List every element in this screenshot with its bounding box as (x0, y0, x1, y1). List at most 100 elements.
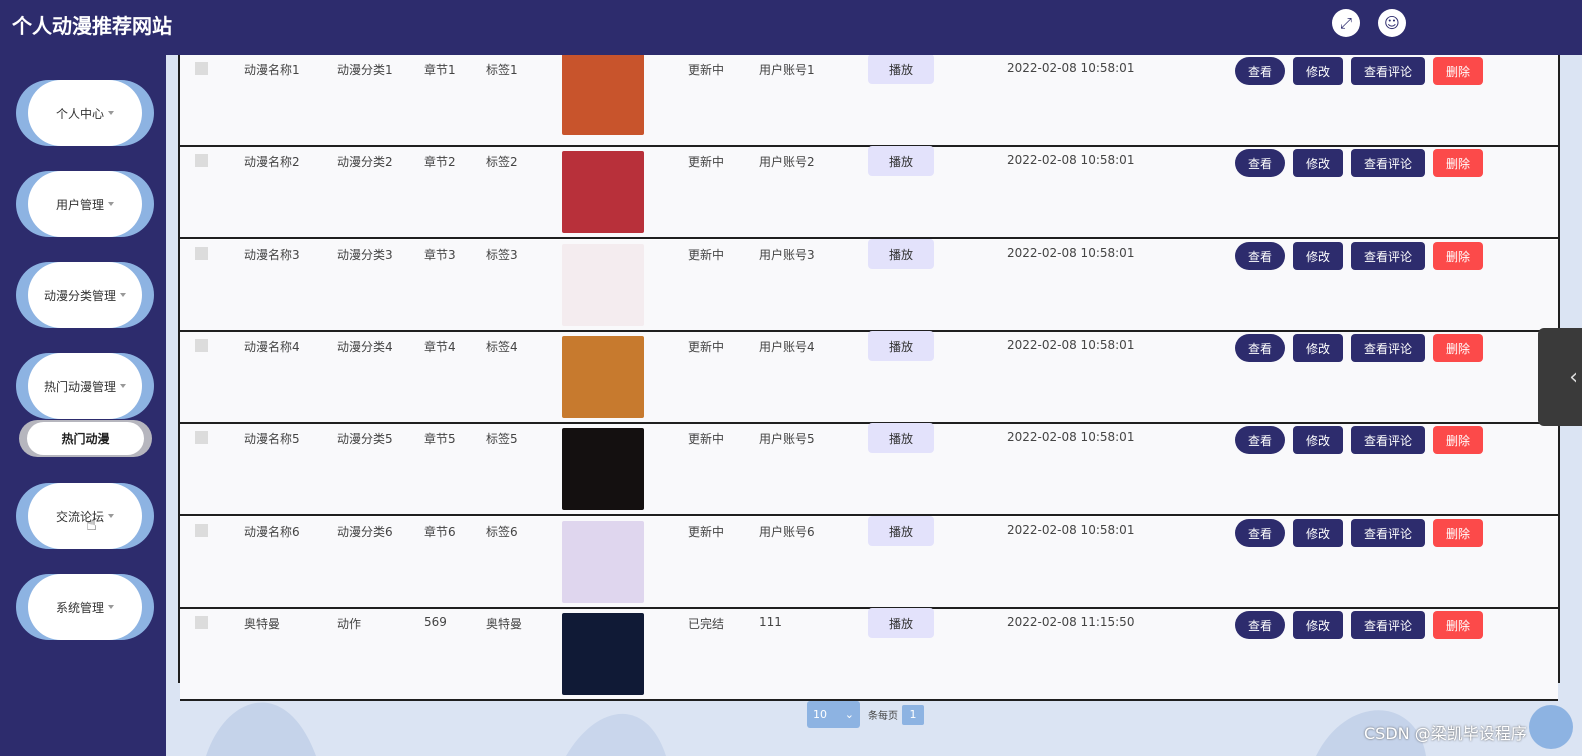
per-page-label: 条每页 (868, 711, 898, 722)
view-button[interactable]: 查看 (1235, 242, 1285, 270)
sidebar-item-category-management[interactable]: 动漫分类管理 (16, 262, 154, 328)
delete-button[interactable]: 删除 (1433, 334, 1483, 362)
time-cell: 2022-02-08 10:58:01 (1007, 61, 1135, 75)
delete-button[interactable]: 删除 (1433, 57, 1483, 85)
account-cell: 用户账号3 (759, 248, 815, 262)
submenu-item-hot-anime[interactable]: 热门动漫 (19, 420, 152, 457)
page-number-button[interactable]: 1 (902, 704, 924, 725)
account-cell: 用户账号2 (759, 155, 815, 169)
category-cell: 动漫分类5 (337, 432, 393, 446)
sidebar-item-personal-center[interactable]: 个人中心 (16, 80, 154, 146)
anime-table: 动漫名称1 动漫分类1 章节1 标签1 更新中 用户账号1 2022-02-08 10:58… (178, 55, 1560, 701)
account-cell: 用户账号6 (759, 525, 815, 539)
time-cell: 2022-02-08 10:58:01 (1007, 338, 1135, 352)
time-cell: 2022-02-08 10:58:01 (1007, 246, 1135, 260)
edit-button[interactable]: 修改 (1293, 611, 1343, 639)
sidebar-item-label: 系统管理 (55, 600, 104, 615)
play-button[interactable]: 播放 (868, 608, 934, 638)
view-comments-button[interactable]: 查看评论 (1351, 611, 1425, 639)
anime-cover-image (562, 336, 644, 418)
row-checkbox[interactable] (195, 154, 208, 167)
account-cell: 用户账号4 (759, 340, 815, 354)
view-comments-button[interactable]: 查看评论 (1351, 426, 1425, 454)
sidebar-item-forum[interactable]: 交流论坛 (16, 483, 154, 549)
status-cell: 更新中 (688, 432, 725, 446)
chevron-down-icon (108, 514, 114, 518)
chapter-cell: 章节3 (424, 248, 456, 262)
view-comments-button[interactable]: 查看评论 (1351, 519, 1425, 547)
watermark: CSDN @梁凯毕设程序 (1364, 724, 1527, 743)
name-cell: 动漫名称5 (244, 432, 300, 446)
edit-button[interactable]: 修改 (1293, 334, 1343, 362)
page-size-value: 10 (813, 708, 827, 721)
view-comments-button[interactable]: 查看评论 (1351, 334, 1425, 362)
sidebar-item-system-management[interactable]: 系统管理 (16, 574, 154, 640)
category-cell: 动漫分类3 (337, 248, 393, 262)
play-button[interactable]: 播放 (868, 331, 934, 361)
sidebar-item-hot-anime-management[interactable]: 热门动漫管理 (16, 353, 154, 419)
delete-button[interactable]: 删除 (1433, 519, 1483, 547)
view-comments-button[interactable]: 查看评论 (1351, 149, 1425, 177)
account-cell: 用户账号1 (759, 63, 815, 77)
status-cell: 已完结 (688, 617, 725, 631)
chapter-cell: 章节4 (424, 340, 456, 354)
view-button[interactable]: 查看 (1235, 149, 1285, 177)
sidebar: 个人中心 用户管理 动漫分类管理 热门动漫管理 热门动漫 交流论坛 系统管理 (0, 55, 166, 756)
name-cell: 动漫名称4 (244, 340, 300, 354)
table-row: 动漫名称1 动漫分类1 章节1 标签1 更新中 用户账号1 2022-02-08 10:58… (180, 55, 1558, 147)
sidebar-item-label: 用户管理 (55, 197, 104, 212)
play-button[interactable]: 播放 (868, 239, 934, 269)
delete-button[interactable]: 删除 (1433, 611, 1483, 639)
chapter-cell: 章节2 (424, 155, 456, 169)
edit-button[interactable]: 修改 (1293, 426, 1343, 454)
row-checkbox[interactable] (195, 616, 208, 629)
tag-cell: 标签4 (486, 340, 518, 354)
chevron-left-icon: ‹ (1569, 364, 1578, 390)
name-cell: 动漫名称2 (244, 155, 300, 169)
sidebar-item-user-management[interactable]: 用户管理 (16, 171, 154, 237)
play-button[interactable]: 播放 (868, 55, 934, 84)
view-button[interactable]: 查看 (1235, 334, 1285, 362)
delete-button[interactable]: 删除 (1433, 149, 1483, 177)
view-comments-button[interactable]: 查看评论 (1351, 57, 1425, 85)
page-size-select[interactable]: 10 ⌄ (807, 701, 860, 728)
row-checkbox[interactable] (195, 339, 208, 352)
anime-cover-image (562, 244, 644, 326)
view-comments-button[interactable]: 查看评论 (1351, 242, 1425, 270)
play-button[interactable]: 播放 (868, 516, 934, 546)
edit-button[interactable]: 修改 (1293, 519, 1343, 547)
collapse-panel-tab[interactable]: ‹ (1538, 328, 1582, 426)
edit-button[interactable]: 修改 (1293, 242, 1343, 270)
view-button[interactable]: 查看 (1235, 57, 1285, 85)
name-cell: 动漫名称1 (244, 63, 300, 77)
row-checkbox[interactable] (195, 247, 208, 260)
delete-button[interactable]: 删除 (1433, 426, 1483, 454)
view-button[interactable]: 查看 (1235, 519, 1285, 547)
status-cell: 更新中 (688, 63, 725, 77)
user-icon[interactable]: ☺ (1378, 9, 1406, 37)
tag-cell: 标签5 (486, 432, 518, 446)
name-cell: 动漫名称3 (244, 248, 300, 262)
account-cell: 用户账号5 (759, 432, 815, 446)
row-checkbox[interactable] (195, 431, 208, 444)
expand-icon[interactable]: ⤢ (1332, 9, 1360, 37)
delete-button[interactable]: 删除 (1433, 242, 1483, 270)
play-button[interactable]: 播放 (868, 146, 934, 176)
view-button[interactable]: 查看 (1235, 426, 1285, 454)
time-cell: 2022-02-08 10:58:01 (1007, 430, 1135, 444)
edit-button[interactable]: 修改 (1293, 57, 1343, 85)
table-row: 奥特曼 动作 569 奥特曼 已完结 111 2022-02-08 11:15:50 播放 查看… (180, 608, 1558, 701)
row-checkbox[interactable] (195, 62, 208, 75)
main-content: 动漫名称1 动漫分类1 章节1 标签1 更新中 用户账号1 2022-02-08 10:58… (166, 55, 1582, 756)
status-cell: 更新中 (688, 340, 725, 354)
edit-button[interactable]: 修改 (1293, 149, 1343, 177)
account-cell: 111 (759, 615, 782, 629)
status-cell: 更新中 (688, 155, 725, 169)
view-button[interactable]: 查看 (1235, 611, 1285, 639)
site-title: 个人动漫推荐网站 (12, 14, 172, 38)
chevron-down-icon (108, 111, 114, 115)
anime-cover-image (562, 428, 644, 510)
row-checkbox[interactable] (195, 524, 208, 537)
play-button[interactable]: 播放 (868, 423, 934, 453)
name-cell: 动漫名称6 (244, 525, 300, 539)
